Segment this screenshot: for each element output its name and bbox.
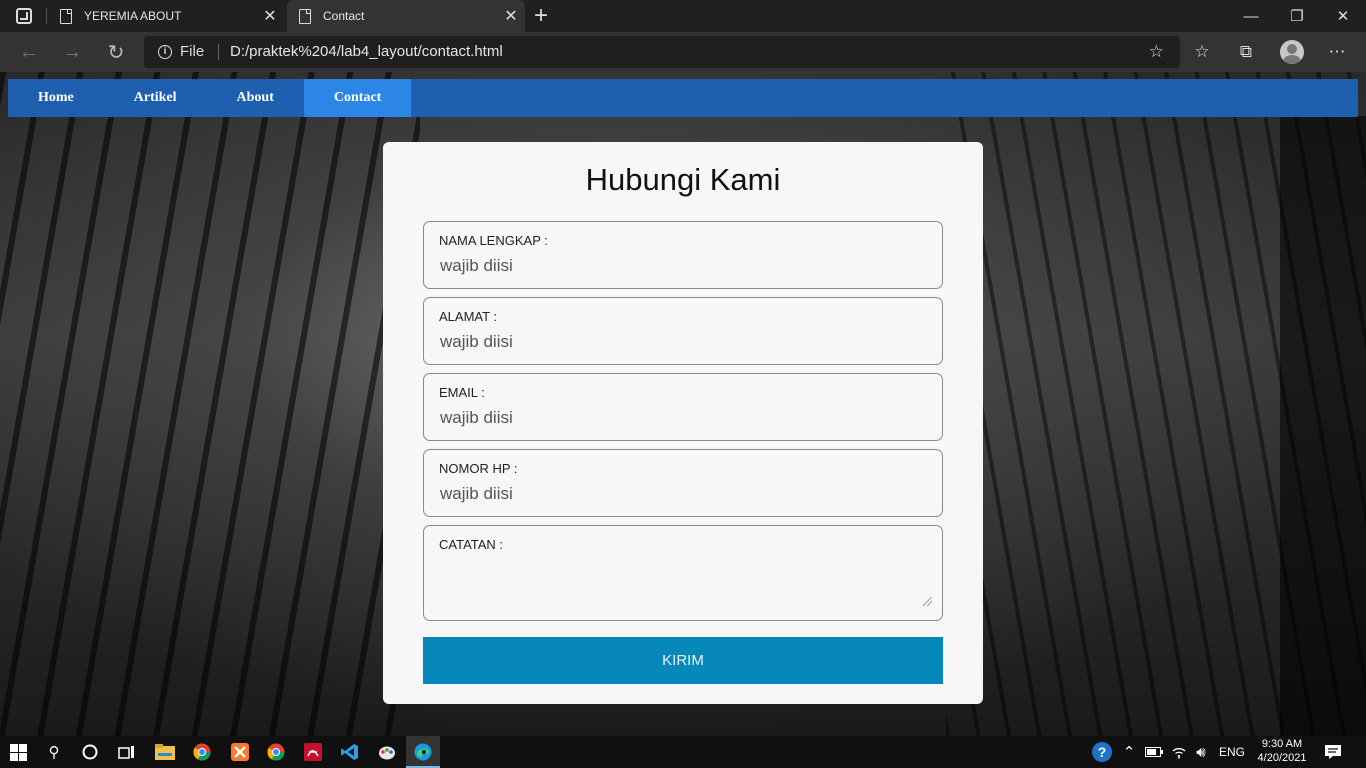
- chevron-up-icon[interactable]: ⌃: [1117, 740, 1141, 764]
- profile-avatar[interactable]: [1280, 40, 1304, 64]
- system-clock[interactable]: 9:30 AM 4/20/2021: [1252, 737, 1312, 765]
- tab-label: YEREMIA ABOUT: [84, 9, 182, 23]
- notes-field[interactable]: CATATAN :: [423, 525, 943, 621]
- file-label: File: [180, 43, 205, 60]
- clock-date: 4/20/2021: [1257, 752, 1307, 764]
- email-label: EMAIL :: [439, 385, 485, 400]
- address-input[interactable]: [440, 332, 920, 352]
- pdf-reader-icon[interactable]: [301, 740, 325, 764]
- browser-toolbar: ← → ↻ i File D:/praktek%204/lab4_layout/…: [0, 32, 1366, 72]
- background-forest-left: [0, 72, 420, 736]
- edge-browser-icon[interactable]: [411, 740, 435, 764]
- email-input[interactable]: [440, 408, 920, 428]
- windows-taskbar: ⚲ ? ⌃ 🔊︎ ENG 9:30 AM 4/20/2021: [0, 736, 1366, 768]
- close-window-icon[interactable]: ✕: [1320, 0, 1366, 32]
- chrome-icon[interactable]: [190, 740, 214, 764]
- forward-arrow-icon[interactable]: →: [57, 38, 87, 66]
- task-view-icon[interactable]: [114, 740, 138, 764]
- address-label: ALAMAT :: [439, 309, 498, 324]
- tab-yeremia-about[interactable]: YEREMIA ABOUT ✕: [48, 0, 284, 32]
- submit-button[interactable]: KIRIM: [423, 637, 943, 684]
- collections-icon[interactable]: ⧉: [1233, 40, 1259, 64]
- nav-contact[interactable]: Contact: [303, 79, 412, 117]
- favorites-icon[interactable]: ☆: [1189, 40, 1215, 64]
- clock-time: 9:30 AM: [1261, 738, 1303, 750]
- new-tab-icon[interactable]: +: [534, 2, 548, 30]
- volume-icon[interactable]: 🔊︎: [1189, 740, 1213, 764]
- refresh-icon[interactable]: ↻: [101, 38, 131, 66]
- vscode-icon[interactable]: [338, 740, 362, 764]
- tab-label: Contact: [323, 9, 365, 23]
- phone-label: NOMOR HP :: [439, 461, 518, 476]
- address-bar[interactable]: i File D:/praktek%204/lab4_layout/contac…: [144, 36, 1180, 68]
- email-field[interactable]: EMAIL :: [423, 373, 943, 441]
- address-separator: [218, 44, 219, 60]
- notes-textarea[interactable]: [440, 560, 920, 608]
- wifi-icon[interactable]: [1167, 740, 1191, 764]
- tab-separator: [46, 8, 47, 24]
- svg-text:?: ?: [1098, 744, 1107, 760]
- nav-artikel[interactable]: Artikel: [104, 79, 207, 117]
- chrome-profile-icon[interactable]: [264, 740, 288, 764]
- close-tab-icon[interactable]: ✕: [256, 6, 284, 26]
- full-name-label: NAMA LENGKAP :: [439, 233, 548, 248]
- help-icon[interactable]: ?: [1090, 740, 1114, 764]
- nav-about[interactable]: About: [207, 79, 304, 117]
- close-tab-icon[interactable]: ✕: [497, 6, 525, 26]
- more-menu-icon[interactable]: ⋯: [1324, 40, 1350, 64]
- full-name-input[interactable]: [440, 256, 920, 276]
- page-icon: [299, 8, 311, 24]
- notifications-icon[interactable]: [1321, 740, 1345, 764]
- form-title: Hubungi Kami: [585, 162, 781, 197]
- browser-tab-bar: YEREMIA ABOUT ✕ Contact ✕ + — ❐ ✕: [0, 0, 1366, 32]
- minimize-icon[interactable]: —: [1228, 0, 1274, 32]
- tab-actions-icon[interactable]: [16, 8, 32, 24]
- battery-icon[interactable]: [1142, 740, 1166, 764]
- file-explorer-icon[interactable]: [153, 740, 177, 764]
- xampp-icon[interactable]: [228, 740, 252, 764]
- restore-icon[interactable]: ❐: [1274, 0, 1320, 32]
- search-icon[interactable]: ⚲: [42, 740, 66, 764]
- notes-label: CATATAN :: [439, 537, 504, 552]
- resize-handle-icon[interactable]: [923, 597, 932, 606]
- add-favorite-icon[interactable]: ☆: [1149, 42, 1164, 62]
- paint-icon[interactable]: [375, 740, 399, 764]
- info-icon[interactable]: i: [158, 45, 172, 59]
- url-text[interactable]: D:/praktek%204/lab4_layout/contact.html: [230, 43, 503, 60]
- back-arrow-icon[interactable]: ←: [14, 38, 44, 66]
- address-field[interactable]: ALAMAT :: [423, 297, 943, 365]
- language-indicator[interactable]: ENG: [1219, 745, 1245, 759]
- cortana-icon[interactable]: [78, 740, 102, 764]
- page-viewport: Home Artikel About Contact Hubungi Kami …: [0, 72, 1366, 736]
- tab-contact[interactable]: Contact ✕: [287, 0, 525, 32]
- background-edge: [1280, 116, 1366, 736]
- phone-field[interactable]: NOMOR HP :: [423, 449, 943, 517]
- page-icon: [60, 8, 72, 24]
- nav-home[interactable]: Home: [8, 79, 104, 117]
- phone-input[interactable]: [440, 484, 920, 504]
- contact-form-card: Hubungi Kami NAMA LENGKAP : ALAMAT : EMA…: [383, 142, 983, 704]
- site-navbar: Home Artikel About Contact: [8, 79, 1358, 117]
- windows-start-icon[interactable]: [6, 740, 30, 764]
- full-name-field[interactable]: NAMA LENGKAP :: [423, 221, 943, 289]
